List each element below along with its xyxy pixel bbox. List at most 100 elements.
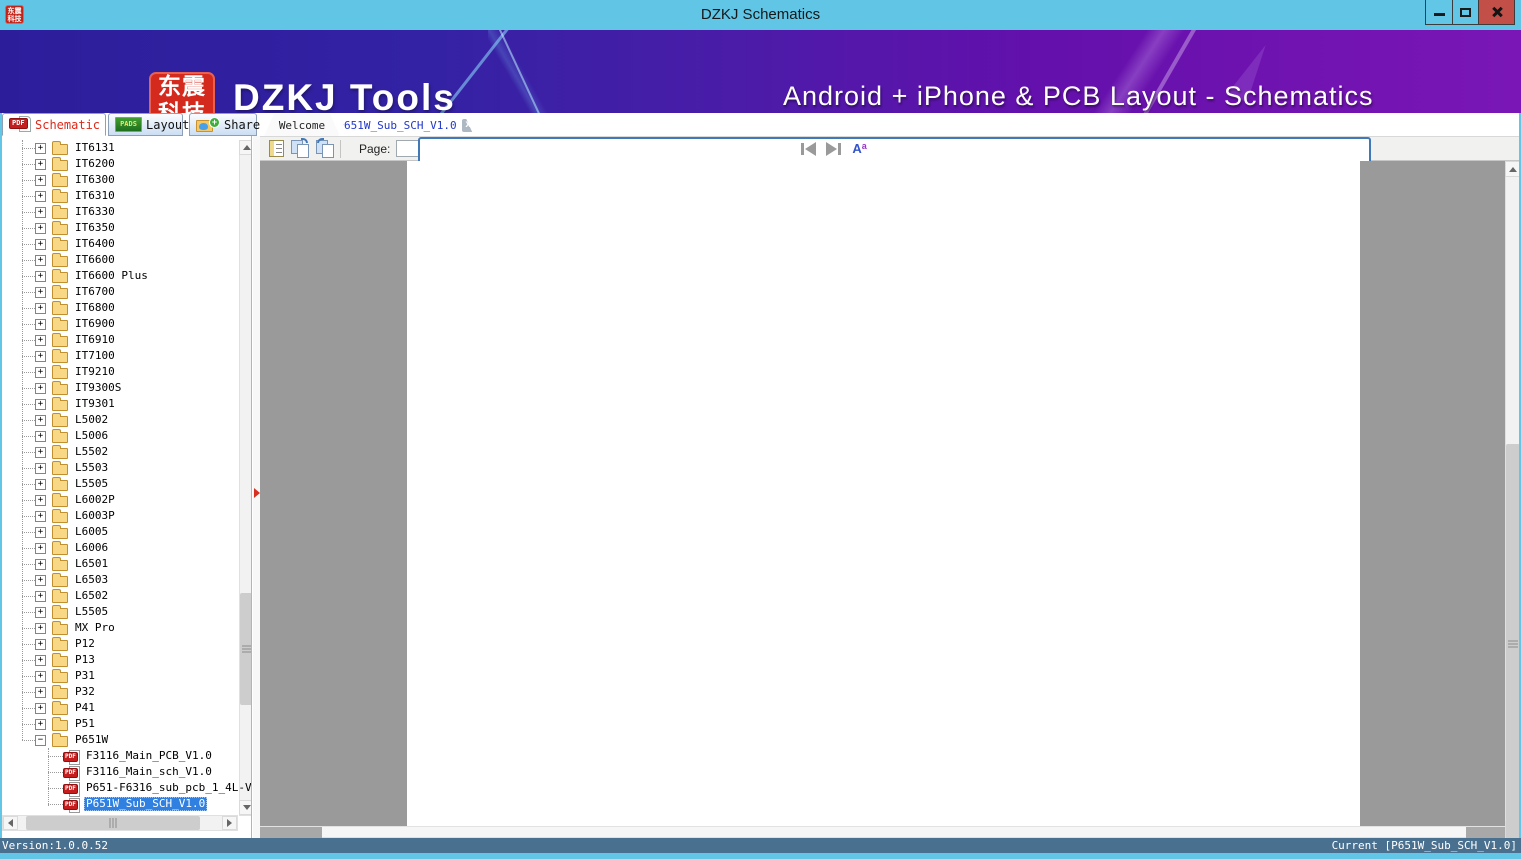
tree-folder-row[interactable]: + L6006 xyxy=(2,540,236,556)
tree-file-row[interactable]: PDF F3116_Main_PCB_V1.0 xyxy=(2,748,236,765)
tree-folder-row[interactable]: + IT6900 xyxy=(2,316,236,332)
expand-toggle-icon[interactable]: + xyxy=(35,206,46,218)
doc-tab-active[interactable]: P651W_Sub_SCH_V1.0 x xyxy=(338,114,474,136)
tree-folder-row[interactable]: + P13 xyxy=(2,652,236,668)
title-bar[interactable]: 东震 科技 DZKJ Schematics xyxy=(0,0,1521,30)
tree-scroll-down-button[interactable] xyxy=(239,800,251,815)
expand-toggle-icon[interactable]: + xyxy=(35,254,46,266)
panel-splitter[interactable] xyxy=(253,136,260,838)
tree-folder-row[interactable]: + IT6400 xyxy=(2,236,236,252)
expand-toggle-icon[interactable]: + xyxy=(35,238,46,250)
viewer-horizontal-scroll-thumb[interactable] xyxy=(260,827,322,838)
tree-folder-row[interactable]: + P51 xyxy=(2,716,236,732)
tab-share[interactable]: + Share xyxy=(189,113,260,136)
tree-scroll-right-button[interactable] xyxy=(222,816,237,830)
close-button[interactable] xyxy=(1478,0,1515,25)
tree-scroll-up-button[interactable] xyxy=(239,140,251,155)
tree-folder-row[interactable]: + MX Pro xyxy=(2,620,236,636)
tree-folder-row[interactable]: + IT6350 xyxy=(2,220,236,236)
tree-folder-row[interactable]: + IT6910 xyxy=(2,332,236,348)
expand-toggle-icon[interactable]: + xyxy=(35,174,46,186)
expand-toggle-icon[interactable]: + xyxy=(35,366,46,378)
expand-toggle-icon[interactable]: + xyxy=(35,382,46,394)
tree-folder-row[interactable]: + IT9210 xyxy=(2,364,236,380)
expand-toggle-icon[interactable]: + xyxy=(35,446,46,458)
expand-toggle-icon[interactable]: + xyxy=(35,318,46,330)
tree-folder-row[interactable]: + L6002P xyxy=(2,492,236,508)
tree-folder-row[interactable]: + IT7100 xyxy=(2,348,236,364)
tree-folder-row[interactable]: + IT6600 Plus xyxy=(2,268,236,284)
expand-toggle-icon[interactable]: + xyxy=(35,510,46,522)
tree-folder-row[interactable]: + L6003P xyxy=(2,508,236,524)
tree-folder-row[interactable]: + L5006 xyxy=(2,428,236,444)
tree-folder-row[interactable]: + IT6700 xyxy=(2,284,236,300)
tree-folder-row[interactable]: + IT6330 xyxy=(2,204,236,220)
tree-folder-row[interactable]: + IT6600 xyxy=(2,252,236,268)
tree-folder-row[interactable]: + L5505 xyxy=(2,476,236,492)
tree-horizontal-scroll-thumb[interactable] xyxy=(26,816,200,830)
expand-toggle-icon[interactable]: + xyxy=(35,398,46,410)
maximize-button[interactable] xyxy=(1452,0,1479,25)
tree-folder-row[interactable]: + L6005 xyxy=(2,524,236,540)
expand-toggle-icon[interactable]: + xyxy=(35,622,46,634)
expand-toggle-icon[interactable]: + xyxy=(35,142,46,154)
doc-tab-welcome[interactable]: Welcome xyxy=(264,114,340,136)
page-layout-alt-button[interactable] xyxy=(316,138,334,158)
minimize-button[interactable] xyxy=(1425,0,1453,25)
expand-toggle-icon[interactable]: + xyxy=(35,606,46,618)
match-case-button[interactable]: Aa xyxy=(852,141,866,157)
expand-toggle-icon[interactable]: + xyxy=(35,414,46,426)
expand-toggle-icon[interactable]: + xyxy=(35,654,46,666)
expand-toggle-icon[interactable]: + xyxy=(35,526,46,538)
expand-toggle-icon[interactable]: + xyxy=(35,462,46,474)
tree-folder-row[interactable]: + IT9300S xyxy=(2,380,236,396)
single-page-view-button[interactable] xyxy=(269,140,284,157)
tree-folder-row[interactable]: + L5502 xyxy=(2,444,236,460)
expand-toggle-icon[interactable]: + xyxy=(35,590,46,602)
tree-folder-row[interactable]: + IT6310 xyxy=(2,188,236,204)
tree-folder-row[interactable]: + P12 xyxy=(2,636,236,652)
tab-layout[interactable]: PADS Layout xyxy=(108,113,189,136)
tree-folder-row[interactable]: + P41 xyxy=(2,700,236,716)
expand-toggle-icon[interactable]: + xyxy=(35,670,46,682)
tab-schematic[interactable]: PDF Schematic xyxy=(2,113,106,136)
tree-folder-row[interactable]: + L6501 xyxy=(2,556,236,572)
tree-folder-row[interactable]: + L5505 xyxy=(2,604,236,620)
close-tab-icon[interactable]: x xyxy=(462,119,475,132)
expand-toggle-icon[interactable]: + xyxy=(35,558,46,570)
tree-folder-row[interactable]: + L5002 xyxy=(2,412,236,428)
expand-toggle-icon[interactable]: + xyxy=(35,574,46,586)
tree-folder-row[interactable]: + P32 xyxy=(2,684,236,700)
expand-toggle-icon[interactable]: + xyxy=(35,494,46,506)
tree-folder-row[interactable]: + IT9301 xyxy=(2,396,236,412)
expand-toggle-icon[interactable]: + xyxy=(35,270,46,282)
tree-folder-row[interactable]: + IT6200 xyxy=(2,156,236,172)
page-layout-button[interactable] xyxy=(291,138,309,158)
expand-toggle-icon[interactable]: + xyxy=(35,350,46,362)
expand-toggle-icon[interactable]: + xyxy=(35,430,46,442)
expand-toggle-icon[interactable]: + xyxy=(35,334,46,346)
tree-file-row[interactable]: PDF P651W_Sub_SCH_V1.0 xyxy=(2,796,236,813)
expand-toggle-icon[interactable]: − xyxy=(35,734,46,746)
tree-folder-row[interactable]: + L5503 xyxy=(2,460,236,476)
tree-vertical-scroll-thumb[interactable] xyxy=(240,593,251,705)
expand-toggle-icon[interactable]: + xyxy=(35,702,46,714)
tree-folder-row[interactable]: + IT6800 xyxy=(2,300,236,316)
expand-toggle-icon[interactable]: + xyxy=(35,542,46,554)
tree-vertical-scrollbar[interactable] xyxy=(239,140,251,816)
expand-toggle-icon[interactable]: + xyxy=(35,158,46,170)
tree-folder-row[interactable]: − P651W xyxy=(2,732,236,748)
tree-folder-row[interactable]: + L6503 xyxy=(2,572,236,588)
viewer-horizontal-scrollbar[interactable] xyxy=(260,826,1505,838)
expand-toggle-icon[interactable]: + xyxy=(35,638,46,650)
expand-toggle-icon[interactable]: + xyxy=(35,190,46,202)
find-next-button[interactable] xyxy=(826,141,842,156)
tree-folder-row[interactable]: + P31 xyxy=(2,668,236,684)
tree-file-row[interactable]: PDF P651-F6316_sub_pcb_1_4L-V xyxy=(2,780,251,797)
expand-toggle-icon[interactable]: + xyxy=(35,222,46,234)
tree-scroll-left-button[interactable] xyxy=(3,816,18,830)
find-previous-button[interactable] xyxy=(800,141,817,156)
expand-toggle-icon[interactable]: + xyxy=(35,478,46,490)
expand-toggle-icon[interactable]: + xyxy=(35,302,46,314)
tree-folder-row[interactable]: + IT6131 xyxy=(2,140,236,156)
